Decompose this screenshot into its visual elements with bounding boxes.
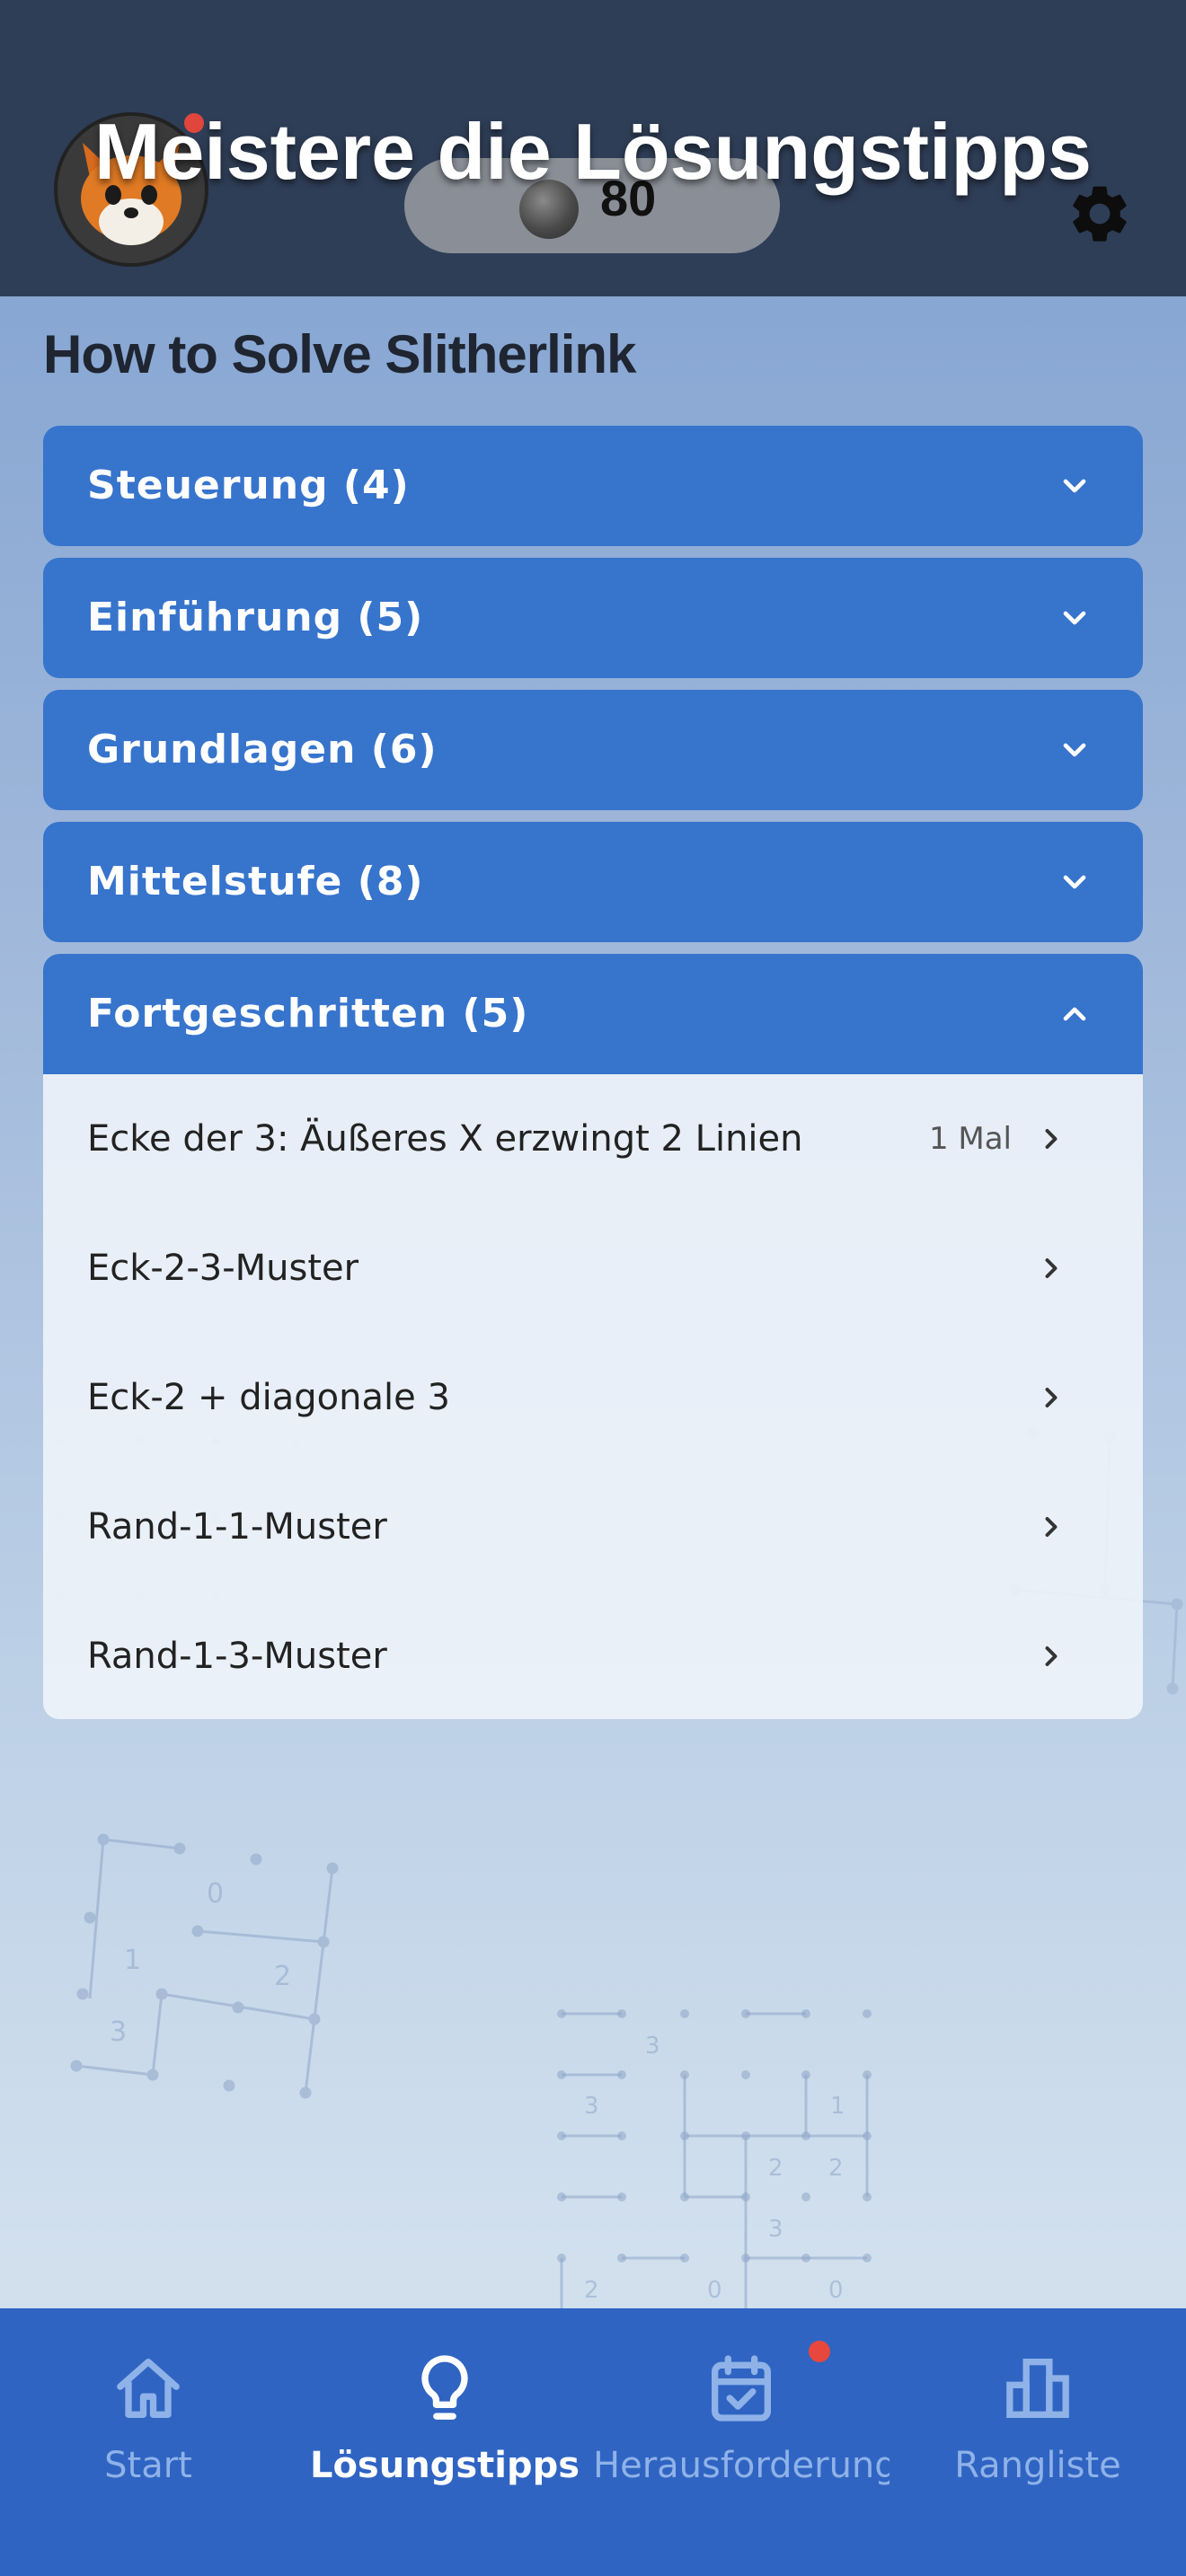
notification-badge [809, 2341, 830, 2362]
section-fortgeschritten[interactable]: Fortgeschritten (5) [43, 954, 1143, 1074]
section-einfuehrung[interactable]: Einführung (5) [43, 558, 1143, 678]
tip-label: Ecke der 3: Äußeres X erzwingt 2 Linien [87, 1118, 803, 1160]
chevron-down-icon [1063, 743, 1086, 757]
tip-label: Rand-1-3-Muster [87, 1636, 387, 1677]
section-mittelstufe[interactable]: Mittelstufe (8) [43, 822, 1143, 942]
nav-label: Start [104, 2445, 192, 2486]
tip-item[interactable]: Rand-1-3-Muster [43, 1592, 1143, 1719]
svg-text:3: 3 [110, 2016, 127, 2048]
section-label: Steuerung (4) [87, 463, 410, 508]
svg-text:1: 1 [124, 1945, 141, 1976]
svg-text:0: 0 [207, 1878, 224, 1910]
gear-icon[interactable] [1066, 180, 1134, 248]
app-title: Meistere die Lösungstipps [94, 107, 1092, 196]
tip-label: Rand-1-1-Muster [87, 1506, 387, 1548]
svg-text:3: 3 [645, 2033, 660, 2060]
chevron-right-icon [1045, 1258, 1058, 1278]
nav-label: Rangliste [954, 2445, 1121, 2486]
svg-text:3: 3 [584, 2093, 599, 2120]
section-label: Mittelstufe (8) [87, 859, 424, 904]
nav-loesungstipps[interactable]: Lösungstipps [296, 2308, 593, 2576]
section-label: Grundlagen (6) [87, 727, 438, 772]
nav-label: Herausforderungen [593, 2445, 890, 2486]
top-header: 80 Meistere die Lösungstipps [0, 0, 1186, 296]
chevron-right-icon [1045, 1646, 1058, 1666]
svg-text:0: 0 [707, 2277, 722, 2304]
section-fortgeschritten-panel: Fortgeschritten (5) Ecke der 3: Äußeres … [43, 954, 1143, 1719]
nav-herausforderungen[interactable]: Herausforderungen [593, 2308, 890, 2576]
nav-rangliste[interactable]: Rangliste [890, 2308, 1186, 2576]
tip-view-count: 1 Mal [928, 1121, 1012, 1157]
svg-text:2: 2 [274, 1961, 291, 1992]
chevron-down-icon [1063, 875, 1086, 889]
tip-label: Eck-2-3-Muster [87, 1248, 359, 1289]
svg-text:0: 0 [828, 2277, 844, 2304]
bar-chart-icon [1006, 2359, 1069, 2418]
lightbulb-icon [421, 2355, 468, 2420]
chevron-right-icon [1045, 1388, 1058, 1407]
section-label: Fortgeschritten (5) [87, 991, 529, 1037]
nav-start[interactable]: Start [0, 2308, 296, 2576]
chevron-down-icon [1063, 479, 1086, 493]
bottom-navigation: Start Lösungstipps Herausforderungen Ran… [0, 2308, 1186, 2576]
tip-label: Eck-2 + diagonale 3 [87, 1377, 450, 1418]
section-grundlagen[interactable]: Grundlagen (6) [43, 690, 1143, 810]
home-icon [117, 2359, 180, 2418]
chevron-down-icon [1063, 611, 1086, 625]
tip-item[interactable]: Rand-1-1-Muster [43, 1462, 1143, 1592]
svg-text:2: 2 [768, 2155, 783, 2182]
chevron-up-icon [1063, 1007, 1086, 1021]
svg-text:2: 2 [828, 2155, 844, 2182]
page-heading: How to Solve Slitherlink [43, 324, 636, 384]
svg-text:3: 3 [768, 2216, 783, 2243]
nav-label: Lösungstipps [309, 2445, 580, 2486]
section-steuerung[interactable]: Steuerung (4) [43, 426, 1143, 546]
calendar-check-icon [712, 2355, 771, 2422]
svg-text:1: 1 [830, 2093, 845, 2120]
chevron-right-icon [1045, 1129, 1058, 1149]
section-label: Einführung (5) [87, 595, 424, 640]
tip-item[interactable]: Eck-2 + diagonale 3 [43, 1333, 1143, 1462]
svg-text:2: 2 [584, 2277, 599, 2304]
tip-item[interactable]: Ecke der 3: Äußeres X erzwingt 2 Linien … [43, 1074, 1143, 1204]
chevron-right-icon [1045, 1517, 1058, 1537]
tip-item[interactable]: Eck-2-3-Muster [43, 1204, 1143, 1333]
